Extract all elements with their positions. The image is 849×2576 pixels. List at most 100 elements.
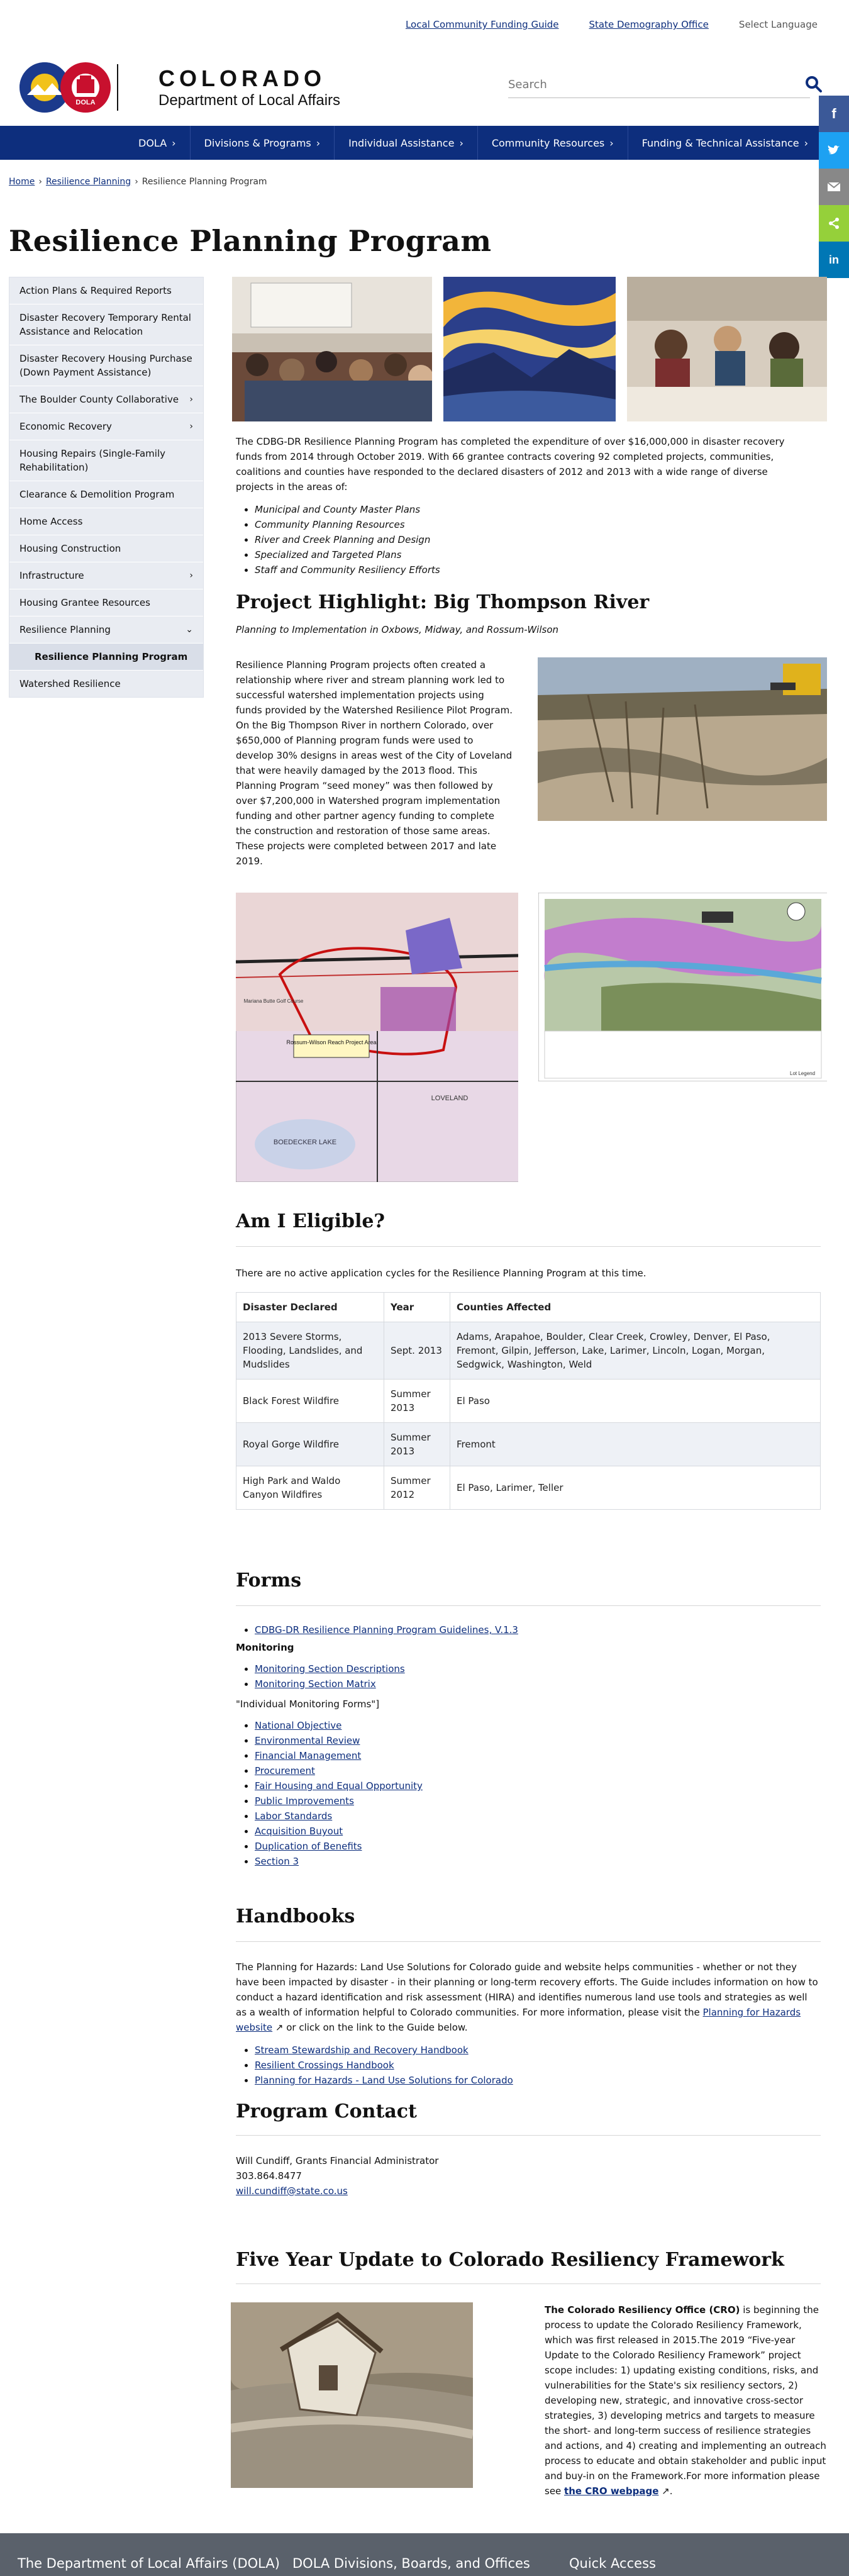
facebook-icon[interactable]: f [819,96,849,132]
twitter-icon[interactable] [819,132,849,169]
section-divider [236,1941,821,1942]
form-link[interactable]: Fair Housing and Equal Opportunity [255,1780,423,1792]
table-cell: High Park and Waldo Canyon Wildfires [236,1466,384,1510]
state-demography-link[interactable]: State Demography Office [589,19,709,30]
footer-heading-quick-access[interactable]: Quick Access [569,2556,656,2571]
map-lake-label: BOEDECKER LAKE [274,1139,336,1146]
highlight-section: Resilience Planning Program projects oft… [236,657,827,869]
breadcrumb-home[interactable]: Home [9,177,35,187]
handbooks-list: Stream Stewardship and Recovery Handbook… [255,2043,827,2088]
handbooks-tail: or click on the link to the Guide below. [283,2022,468,2033]
map-golf-label: Mariana Butte Golf Course [244,998,304,1004]
chevron-right-icon[interactable]: › [189,420,193,433]
sidebar-item-housing-repairs[interactable]: Housing Repairs (Single-Family Rehabilit… [9,440,203,481]
section-divider [236,2283,821,2284]
contact-email-link[interactable]: will.cundiff@state.co.us [236,2185,348,2197]
handbook-link[interactable]: Planning for Hazards - Land Use Solution… [255,2075,513,2086]
sidebar-item-label: Action Plans & Required Reports [19,285,172,296]
handbook-link[interactable]: Resilient Crossings Handbook [255,2060,394,2071]
five-year-text: is beginning the process to update the C… [545,2304,826,2497]
table-cell: Black Forest Wildfire [236,1379,384,1423]
sidebar-item-housing-purchase[interactable]: Disaster Recovery Housing Purchase (Down… [9,345,203,386]
workshop-photo-image [626,277,827,421]
chevron-right-icon[interactable]: › [189,569,193,583]
chevron-right-icon: › [316,137,321,149]
page-title: Resilience Planning Program [9,224,492,258]
breadcrumb-parent[interactable]: Resilience Planning [46,177,131,187]
brand-line-2: Department of Local Affairs [158,92,341,109]
handbooks-body: The Planning for Hazards: Land Use Solut… [236,1960,821,2035]
footer-heading-divisions[interactable]: DOLA Divisions, Boards, and Offices [292,2556,530,2571]
forms-heading: Forms [236,1570,302,1592]
sidebar-item-rental-assistance[interactable]: Disaster Recovery Temporary Rental Assis… [9,304,203,345]
language-select[interactable]: Select Language [739,19,818,30]
sidebar-item-housing-construction[interactable]: Housing Construction [9,535,203,562]
site-search [508,68,823,102]
sharethis-icon[interactable] [819,205,849,242]
table-header: Year [384,1292,450,1322]
sidebar-item-home-access[interactable]: Home Access [9,508,203,535]
sidebar-item-housing-grantee[interactable]: Housing Grantee Resources [9,589,203,616]
linkedin-icon[interactable]: in [819,242,849,278]
chevron-right-icon: › [459,137,463,149]
chevron-down-icon[interactable]: ⌄ [186,623,193,637]
search-input[interactable] [508,72,810,98]
focus-areas-list: Municipal and County Master Plans Commun… [255,502,827,577]
footer-heading-dola[interactable]: The Department of Local Affairs (DOLA) [18,2556,280,2571]
form-link[interactable]: Labor Standards [255,1810,332,1822]
main-content: The CDBG-DR Resilience Planning Program … [230,277,827,2199]
search-icon[interactable] [805,75,823,93]
nav-item-community-resources[interactable]: Community Resources › [478,126,628,160]
form-link[interactable]: National Objective [255,1720,341,1731]
external-link-icon: ↗. [658,2485,673,2497]
nav-item-individual-assistance[interactable]: Individual Assistance › [335,126,478,160]
nav-item-dola[interactable]: DOLA › [125,126,191,160]
highlight-subtitle: Planning to Implementation in Oxbows, Mi… [236,624,559,635]
disaster-table: Disaster Declared Year Counties Affected… [236,1292,821,1510]
handbook-link[interactable]: Stream Stewardship and Recovery Handbook [255,2044,469,2056]
sidebar-item-resilience-planning[interactable]: Resilience Planning ⌄ [9,616,203,644]
sidebar-item-label: Housing Grantee Resources [19,597,150,608]
table-cell: Summer 2012 [384,1466,450,1510]
table-cell: Summer 2013 [384,1379,450,1423]
form-link[interactable]: Financial Management [255,1750,361,1761]
share-bar: f in [819,96,849,278]
list-item: Specialized and Targeted Plans [255,547,827,562]
project-area-map-image: Rossum-Wilson Reach Project Area BOEDECK… [236,893,519,1182]
individual-forms-list: National Objective Environmental Review … [255,1718,827,1869]
monitoring-matrix-link[interactable]: Monitoring Section Matrix [255,1678,376,1690]
form-link[interactable]: Acquisition Buyout [255,1826,343,1837]
sidebar-item-infrastructure[interactable]: Infrastructure › [9,562,203,589]
sidebar-item-clearance-demolition[interactable]: Clearance & Demolition Program [9,481,203,508]
sidebar-item-label: Housing Repairs (Single-Family Rehabilit… [19,448,165,473]
chevron-right-icon[interactable]: › [189,393,193,406]
sidebar-item-label: Clearance & Demolition Program [19,489,175,500]
guidelines-link[interactable]: CDBG-DR Resilience Planning Program Guid… [255,1624,518,1636]
nav-label: DOLA [138,137,167,149]
table-cell: El Paso, Larimer, Teller [450,1466,821,1510]
river-restoration-photo-image [538,657,827,821]
email-icon[interactable] [819,169,849,205]
sidebar-item-watershed-resilience[interactable]: Watershed Resilience [9,671,203,697]
form-link[interactable]: Procurement [255,1765,315,1776]
breadcrumb-current: Resilience Planning Program [142,177,267,187]
dola-logo[interactable]: DOLA COLORADO Department of Local Affair… [18,60,340,114]
form-link[interactable]: Section 3 [255,1856,299,1867]
form-link[interactable]: Environmental Review [255,1735,360,1746]
sidebar-item-action-plans[interactable]: Action Plans & Required Reports [9,277,203,304]
sidebar-item-boulder-collaborative[interactable]: The Boulder County Collaborative › [9,386,203,413]
sidebar-item-economic-recovery[interactable]: Economic Recovery › [9,413,203,440]
cro-webpage-link[interactable]: the CRO webpage [564,2485,658,2497]
local-funding-guide-link[interactable]: Local Community Funding Guide [406,19,559,30]
project-maps: Rossum-Wilson Reach Project Area BOEDECK… [236,893,827,1182]
chevron-right-icon: › [172,137,176,149]
monitoring-descriptions-link[interactable]: Monitoring Section Descriptions [255,1663,405,1675]
nav-item-divisions[interactable]: Divisions & Programs › [191,126,335,160]
form-link[interactable]: Public Improvements [255,1795,354,1807]
breadcrumb-separator: › [38,177,42,187]
table-header: Counties Affected [450,1292,821,1322]
form-link[interactable]: Duplication of Benefits [255,1841,362,1852]
sidebar-item-resilience-planning-program[interactable]: Resilience Planning Program [9,644,203,671]
nav-item-funding[interactable]: Funding & Technical Assistance › [628,126,822,160]
nav-label: Divisions & Programs [204,137,311,149]
